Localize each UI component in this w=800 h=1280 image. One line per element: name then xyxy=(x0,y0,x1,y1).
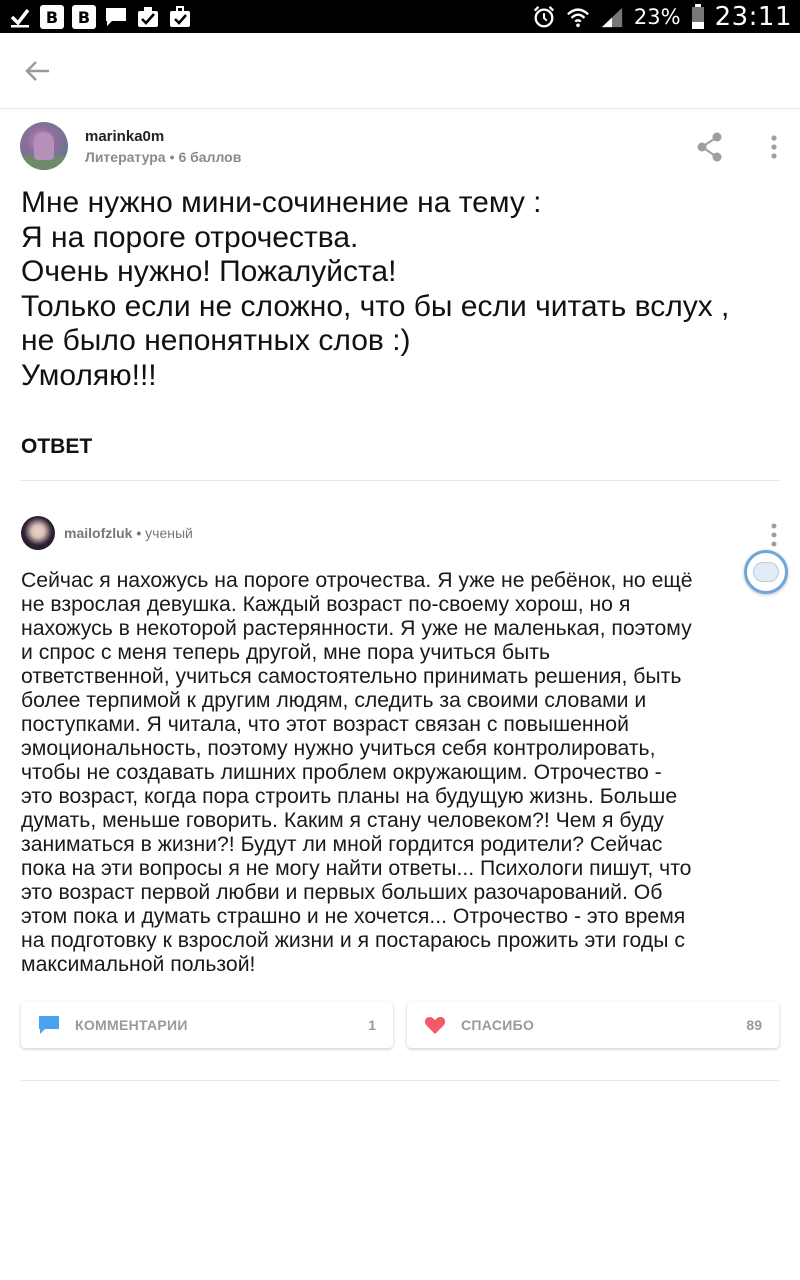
avatar[interactable] xyxy=(20,122,68,170)
battery-percentage: 23% xyxy=(633,5,681,29)
thanks-count: 89 xyxy=(746,1017,762,1033)
answer-line: чтобы не создавать лишних проблем окружа… xyxy=(21,761,662,784)
status-bar: B B 23% 23:11 xyxy=(0,0,800,33)
points-label: 6 баллов xyxy=(178,149,242,165)
comments-button[interactable]: КОММЕНТАРИИ 1 xyxy=(21,1002,393,1048)
signal-icon xyxy=(600,5,624,29)
answer-author[interactable]: mailofzluk xyxy=(64,525,132,541)
answer-avatar[interactable] xyxy=(21,516,55,550)
answer-line: заниматься в жизни?! Будут ли мной горди… xyxy=(21,833,663,856)
answer-line: не взрослая девушка. Каждый возраст по-с… xyxy=(21,593,631,616)
question-line: Очень нужно! Пожалуйста! xyxy=(21,255,397,288)
arrow-left-icon xyxy=(25,61,49,81)
answer-author-meta: mailofzluk • ученый xyxy=(64,525,193,541)
tasks-icon xyxy=(136,5,160,29)
question-author[interactable]: marinka0m xyxy=(85,128,164,145)
answer-line: более терпимой к другим людям, следить з… xyxy=(21,689,647,712)
more-vertical-icon xyxy=(771,523,777,547)
heart-icon xyxy=(424,1017,446,1034)
thanks-label: СПАСИБО xyxy=(461,1017,535,1033)
answer-line: думать, меньше говорить. Каким я стану ч… xyxy=(21,809,664,832)
divider xyxy=(21,1080,779,1081)
question-line: Я на пороге отрочества. xyxy=(21,220,359,254)
subject-label[interactable]: Литература xyxy=(85,149,166,165)
chat-head-bubble[interactable] xyxy=(744,550,788,594)
back-button[interactable] xyxy=(20,55,54,87)
briefcase-check-icon xyxy=(168,5,192,29)
answer-line: поступками. Я читала, что этот возраст с… xyxy=(21,713,629,736)
divider xyxy=(21,480,779,481)
question-text: Мне нужно мини-сочинение на тему : Я на … xyxy=(21,186,781,393)
answer-line: ответственной, учиться самостоятельно пр… xyxy=(21,665,682,688)
question-line: Только если не сложно, что бы если читат… xyxy=(21,289,730,323)
question-line: Мне нужно мини-сочинение на тему : xyxy=(21,186,542,219)
answer-line: это возраст, когда пора строить планы на… xyxy=(21,785,678,808)
share-icon xyxy=(697,132,722,162)
alarm-icon xyxy=(532,5,556,29)
thanks-button[interactable]: СПАСИБО 89 xyxy=(407,1002,779,1048)
question-meta: Литература • 6 баллов xyxy=(85,149,242,165)
answer-line: максимальной пользой! xyxy=(21,953,256,976)
answer-line: эмоциональность, поэтому нужно учиться с… xyxy=(21,737,656,760)
wifi-icon xyxy=(566,5,590,29)
more-options-button[interactable] xyxy=(764,132,784,162)
comments-label: КОММЕНТАРИИ xyxy=(75,1017,188,1033)
answer-text: Сейчас я нахожусь на пороге отрочества. … xyxy=(21,569,785,977)
answer-line: на подготовку к взрослой жизни и я поста… xyxy=(21,929,685,952)
answer-line: пока на эти вопросы я не могу найти отве… xyxy=(21,857,692,880)
question-line: не было непонятных слов :) xyxy=(21,324,411,357)
chat-icon xyxy=(104,5,128,29)
answer-author-rank: ученый xyxy=(145,525,193,541)
check-icon xyxy=(8,5,32,29)
question-header: marinka0m Литература • 6 баллов xyxy=(20,122,780,172)
answer-line: этом пока и думать страшно и не хочется.… xyxy=(21,905,686,928)
question-line: Умоляю!!! xyxy=(21,358,157,392)
battery-icon xyxy=(691,4,705,29)
share-button[interactable] xyxy=(696,132,724,162)
system-indicators: 23% 23:11 xyxy=(532,2,792,32)
chat-bubble-icon xyxy=(753,562,779,582)
notification-icons: B B xyxy=(8,4,192,30)
answer-line: Сейчас я нахожусь на пороге отрочества. … xyxy=(21,569,693,592)
answer-line: нахожусь в некоторой растерянности. Я уж… xyxy=(21,617,692,640)
answer-line: и спрос с меня теперь другой, мне пора у… xyxy=(21,641,551,664)
answer-line: это возраст первой любви и первых больши… xyxy=(21,881,663,904)
app-bar xyxy=(0,33,800,109)
comments-count: 1 xyxy=(368,1017,376,1033)
answer-more-button[interactable] xyxy=(764,521,784,549)
answer-section-title: ОТВЕТ xyxy=(21,435,93,458)
vk-icon: B xyxy=(72,5,96,29)
clock: 23:11 xyxy=(714,2,792,32)
vk-icon: B xyxy=(40,5,64,29)
more-vertical-icon xyxy=(771,135,777,159)
comment-icon xyxy=(39,1016,59,1034)
